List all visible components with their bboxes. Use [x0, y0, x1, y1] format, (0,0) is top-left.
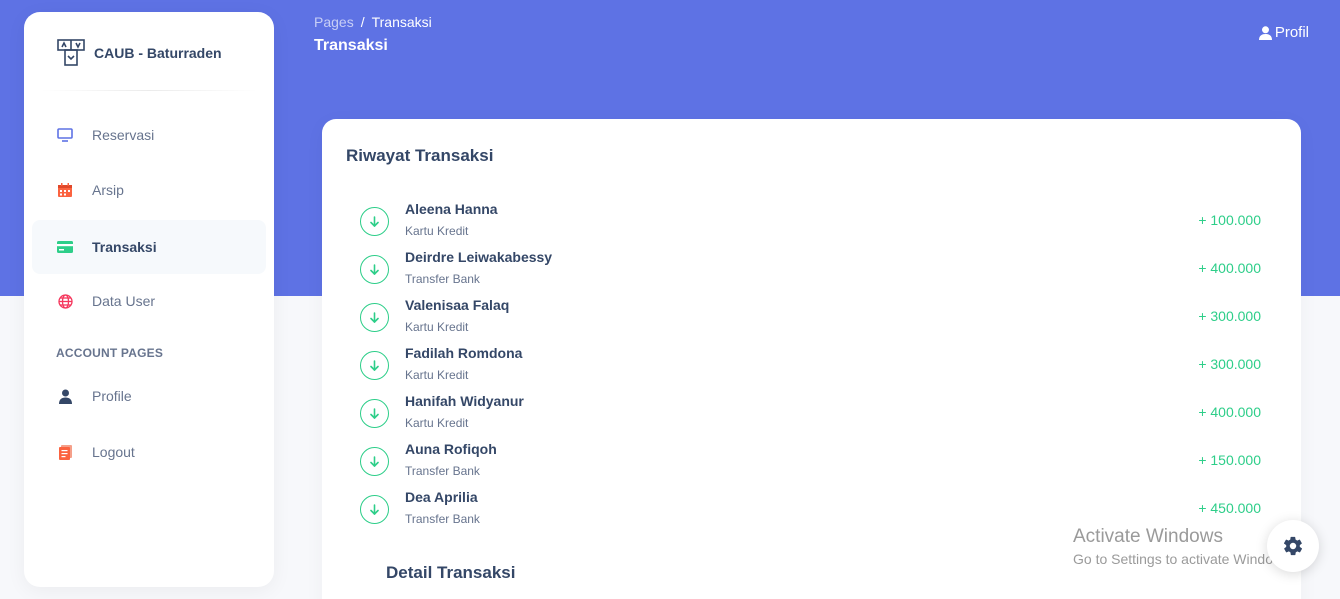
user-icon [1258, 25, 1272, 40]
sidebar-item-label: Data User [92, 293, 156, 309]
transaction-amount: + 450.000 [1198, 500, 1261, 516]
arrow-down-icon [360, 351, 389, 380]
calendar-icon [56, 181, 74, 199]
profile-label: Profil [1274, 24, 1309, 41]
transaction-amount: + 300.000 [1198, 356, 1261, 372]
arrow-down-icon [360, 255, 389, 284]
arrow-down-icon [360, 207, 389, 236]
sidebar-item-transaksi[interactable]: Transaksi [32, 220, 266, 274]
sidebar-item-data-user[interactable]: Data User [32, 274, 266, 328]
transaction-method: Kartu Kredit [405, 320, 469, 334]
transaction-amount: + 300.000 [1198, 308, 1261, 324]
sidebar-item-label: Reservasi [92, 127, 155, 143]
transaction-name: Fadilah Romdona [405, 345, 523, 361]
table-row[interactable]: Deirdre Leiwakabessy Transfer Bank + 400… [360, 249, 1263, 303]
transaction-method: Transfer Bank [405, 464, 480, 478]
gear-icon [1283, 536, 1303, 556]
document-icon [56, 443, 74, 461]
transaction-name: Hanifah Widyanur [405, 393, 524, 409]
transaction-amount: + 100.000 [1198, 212, 1261, 228]
sidebar-item-label: Transaksi [92, 239, 157, 255]
sidebar-item-reservasi[interactable]: Reservasi [32, 108, 266, 162]
transaction-amount: + 150.000 [1198, 452, 1261, 468]
transaction-name: Auna Rofiqoh [405, 441, 497, 457]
monitor-icon [56, 126, 74, 144]
arrow-down-icon [360, 495, 389, 524]
table-row[interactable]: Hanifah Widyanur Kartu Kredit + 400.000 [360, 393, 1263, 447]
sidebar-item-label: Profile [92, 388, 132, 404]
breadcrumb-current: Transaksi [371, 14, 432, 30]
settings-button[interactable] [1267, 520, 1319, 572]
sidebar-item-label: Arsip [92, 182, 124, 198]
arrow-down-icon [360, 303, 389, 332]
sidebar: CAUB - Baturraden Reservasi Arsip Transa… [24, 12, 274, 587]
brand-name: CAUB - Baturraden [94, 45, 222, 61]
breadcrumb-pages-link[interactable]: Pages [314, 14, 354, 30]
arrow-down-icon [360, 399, 389, 428]
card-title: Riwayat Transaksi [346, 146, 494, 165]
transaction-method: Transfer Bank [405, 512, 480, 526]
transaction-method: Kartu Kredit [405, 416, 469, 430]
sidebar-item-logout[interactable]: Logout [32, 425, 266, 479]
table-row[interactable]: Valenisaa Falaq Kartu Kredit + 300.000 [360, 297, 1263, 351]
arrow-down-icon [360, 447, 389, 476]
transaction-amount: + 400.000 [1198, 260, 1261, 276]
divider [40, 90, 258, 91]
detail-transaction-heading: Detail Transaksi [386, 563, 516, 582]
transaction-method: Kartu Kredit [405, 368, 469, 382]
sidebar-item-profile[interactable]: Profile [32, 369, 266, 423]
table-row[interactable]: Auna Rofiqoh Transfer Bank + 150.000 [360, 441, 1263, 495]
transaction-amount: + 400.000 [1198, 404, 1261, 420]
page-title: Transaksi [314, 37, 388, 54]
transaction-method: Kartu Kredit [405, 224, 469, 238]
globe-icon [56, 292, 74, 310]
table-row[interactable]: Fadilah Romdona Kartu Kredit + 300.000 [360, 345, 1263, 399]
transaction-method: Transfer Bank [405, 272, 480, 286]
activate-windows-title: Activate Windows [1073, 526, 1223, 547]
transaction-name: Aleena Hanna [405, 201, 498, 217]
transaction-name: Deirdre Leiwakabessy [405, 249, 553, 265]
brand[interactable]: CAUB - Baturraden [56, 38, 222, 68]
transaction-name: Dea Aprilia [405, 489, 478, 505]
sidebar-item-label: Logout [92, 444, 135, 460]
credit-card-icon [56, 238, 74, 256]
section-heading-account-pages: ACCOUNT PAGES [56, 346, 164, 360]
profile-link[interactable]: Profil [1258, 24, 1309, 41]
activate-windows-subtitle: Go to Settings to activate Windows. [1073, 551, 1294, 567]
transaction-name: Valenisaa Falaq [405, 297, 510, 313]
breadcrumb-separator: / [360, 14, 365, 30]
table-row[interactable]: Aleena Hanna Kartu Kredit + 100.000 [360, 201, 1263, 255]
building-logo-icon [56, 38, 86, 68]
sidebar-item-arsip[interactable]: Arsip [32, 163, 266, 217]
user-icon [56, 387, 74, 405]
breadcrumb: Pages / Transaksi [314, 14, 432, 30]
